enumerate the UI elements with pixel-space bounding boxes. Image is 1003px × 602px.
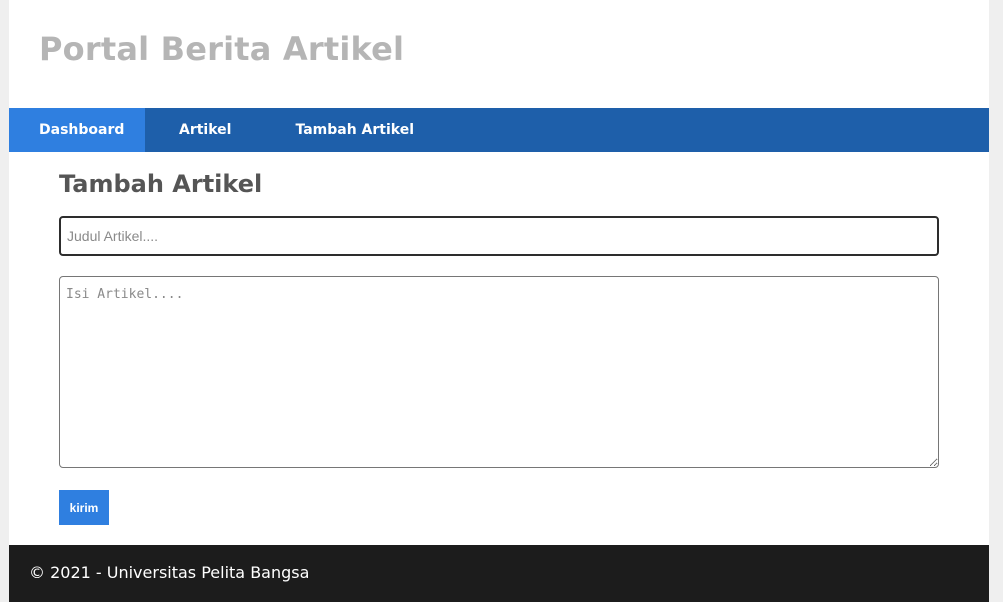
- article-title-input[interactable]: [59, 216, 939, 256]
- nav-item-dashboard[interactable]: Dashboard: [9, 108, 145, 152]
- article-body-textarea[interactable]: [59, 276, 939, 468]
- main-content: Tambah Artikel kirim: [59, 152, 939, 525]
- page-container: Portal Berita Artikel Dashboard Artikel …: [9, 0, 989, 602]
- main-nav: Dashboard Artikel Tambah Artikel: [9, 108, 989, 152]
- site-footer: © 2021 - Universitas Pelita Bangsa: [9, 545, 989, 602]
- nav-item-artikel[interactable]: Artikel: [179, 108, 231, 152]
- footer-copyright: © 2021 - Universitas Pelita Bangsa: [29, 563, 310, 582]
- submit-button[interactable]: kirim: [59, 490, 109, 525]
- site-title: Portal Berita Artikel: [39, 30, 405, 68]
- nav-item-tambah-artikel[interactable]: Tambah Artikel: [295, 108, 414, 152]
- page-heading: Tambah Artikel: [59, 170, 263, 198]
- site-header: Portal Berita Artikel: [9, 0, 989, 108]
